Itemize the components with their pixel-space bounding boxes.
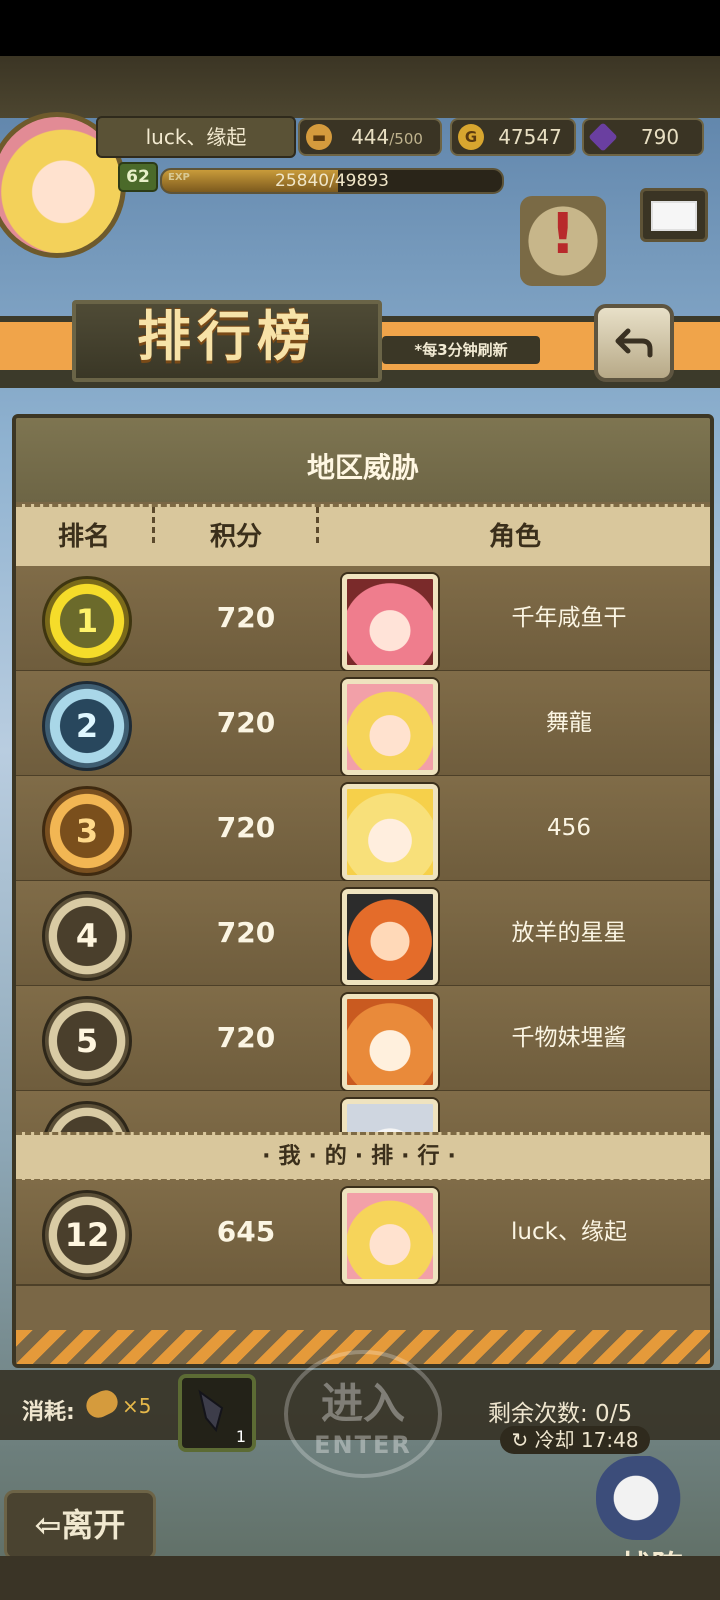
row-score: 720	[216, 706, 276, 739]
leave-label: 离开	[61, 1506, 126, 1544]
panel-title: 地区威胁	[16, 418, 710, 502]
my-rank-badge: 12	[42, 1190, 132, 1280]
return-arrow-icon	[615, 328, 653, 358]
refresh-note: *每3分钟刷新	[382, 336, 540, 364]
gold-value: 47547	[498, 125, 562, 149]
column-header: 排名 积分 角色	[16, 504, 710, 570]
character-portrait[interactable]	[342, 994, 438, 1090]
my-portrait[interactable]	[342, 1188, 438, 1284]
cooldown-text: 冷却 17:48	[534, 1428, 639, 1452]
row-score: 720	[216, 1021, 276, 1054]
exp-bar: EXP 25840/49893	[160, 168, 504, 194]
top-frame	[0, 56, 720, 118]
enter-label: 进入	[320, 1379, 405, 1428]
back-button[interactable]	[594, 304, 674, 382]
leaderboard-panel: 地区威胁 排名 积分 角色 1 720 千年咸鱼干 2 720 舞龍 3 720…	[12, 414, 714, 1368]
stamina-max: /500	[389, 130, 423, 148]
table-row[interactable]: 3 720 456	[16, 776, 710, 882]
character-portrait[interactable]	[342, 889, 438, 985]
gold-coin-icon: G	[458, 124, 484, 150]
rank-badge-bronze: 3	[42, 786, 132, 876]
remaining-attempts: 剩余次数: 0/5	[488, 1401, 633, 1427]
column-character: 角色	[488, 522, 541, 552]
character-portrait[interactable]	[342, 574, 438, 670]
item-count: 1	[235, 1427, 246, 1446]
gem-value: 790	[640, 125, 680, 149]
character-portrait[interactable]	[342, 1099, 438, 1132]
rank-badge: 4	[42, 891, 132, 981]
mail-icon[interactable]	[640, 188, 708, 242]
quest-scroll-icon[interactable]	[520, 196, 606, 286]
item-slot[interactable]: 1	[178, 1374, 256, 1452]
player-name: luck、缘起	[96, 116, 296, 158]
rank-badge: 5	[42, 996, 132, 1086]
my-score: 645	[216, 1215, 276, 1248]
rank-badge	[42, 1101, 132, 1132]
character-portrait[interactable]	[342, 679, 438, 775]
row-score: 720	[216, 916, 276, 949]
leave-button[interactable]: ⇦离开	[4, 1490, 156, 1560]
row-player-name: 456	[547, 815, 591, 841]
table-row-partial[interactable]	[16, 1091, 710, 1132]
page-title: 排行榜	[137, 305, 317, 368]
table-row[interactable]: 4 720 放羊的星星	[16, 881, 710, 987]
refresh-icon: ↻	[511, 1428, 529, 1452]
column-divider	[316, 507, 319, 543]
gem-icon	[588, 122, 618, 152]
gem-counter[interactable]: 790	[582, 118, 704, 156]
enter-label-en: ENTER	[314, 1431, 412, 1459]
gold-counter[interactable]: G 47547	[450, 118, 576, 156]
row-player-name: 千年咸鱼干	[511, 605, 627, 631]
row-player-name: 放羊的星星	[511, 920, 627, 946]
character-portrait[interactable]	[342, 784, 438, 880]
bread-icon: ▬	[306, 124, 332, 150]
cooldown-timer: ↻ 冷却 17:48	[500, 1426, 650, 1454]
bottom-frame	[0, 1556, 720, 1600]
rank-badge-gold: 1	[42, 576, 132, 666]
row-player-name: 舞龍	[546, 710, 592, 736]
table-row[interactable]: 2 720 舞龍	[16, 671, 710, 777]
cost-label: 消耗:	[22, 1400, 75, 1425]
column-divider	[152, 507, 155, 543]
row-score: 720	[216, 601, 276, 634]
table-row[interactable]: 1 720 千年咸鱼干	[16, 566, 710, 672]
row-player-name: 千物妹埋酱	[511, 1025, 627, 1051]
dark-feather-icon	[198, 1389, 224, 1433]
my-player-name: luck、缘起	[511, 1219, 627, 1245]
column-score: 积分	[209, 522, 262, 552]
my-rank-header: ·我·的·排·行·	[16, 1132, 710, 1182]
formation-mascot-icon	[596, 1456, 696, 1540]
table-row[interactable]: 5 720 千物妹埋酱	[16, 986, 710, 1092]
column-rank: 排名	[57, 522, 110, 552]
ranking-list[interactable]: 1 720 千年咸鱼干 2 720 舞龍 3 720 456 4 720 放羊的…	[16, 566, 710, 1132]
stamina-value: 444	[351, 125, 390, 149]
stamina-counter[interactable]: ▬ 444/500	[298, 118, 442, 156]
left-arrow-icon: ⇦	[34, 1506, 62, 1544]
enter-button[interactable]: 进入 ENTER	[284, 1350, 442, 1478]
my-rank-row[interactable]: 12 645 luck、缘起	[16, 1180, 710, 1286]
cost-count: ×5	[122, 1394, 152, 1418]
exp-text: 25840/49893	[275, 171, 389, 191]
player-level: 62	[118, 162, 158, 192]
rank-badge-silver: 2	[42, 681, 132, 771]
row-score: 720	[216, 811, 276, 844]
